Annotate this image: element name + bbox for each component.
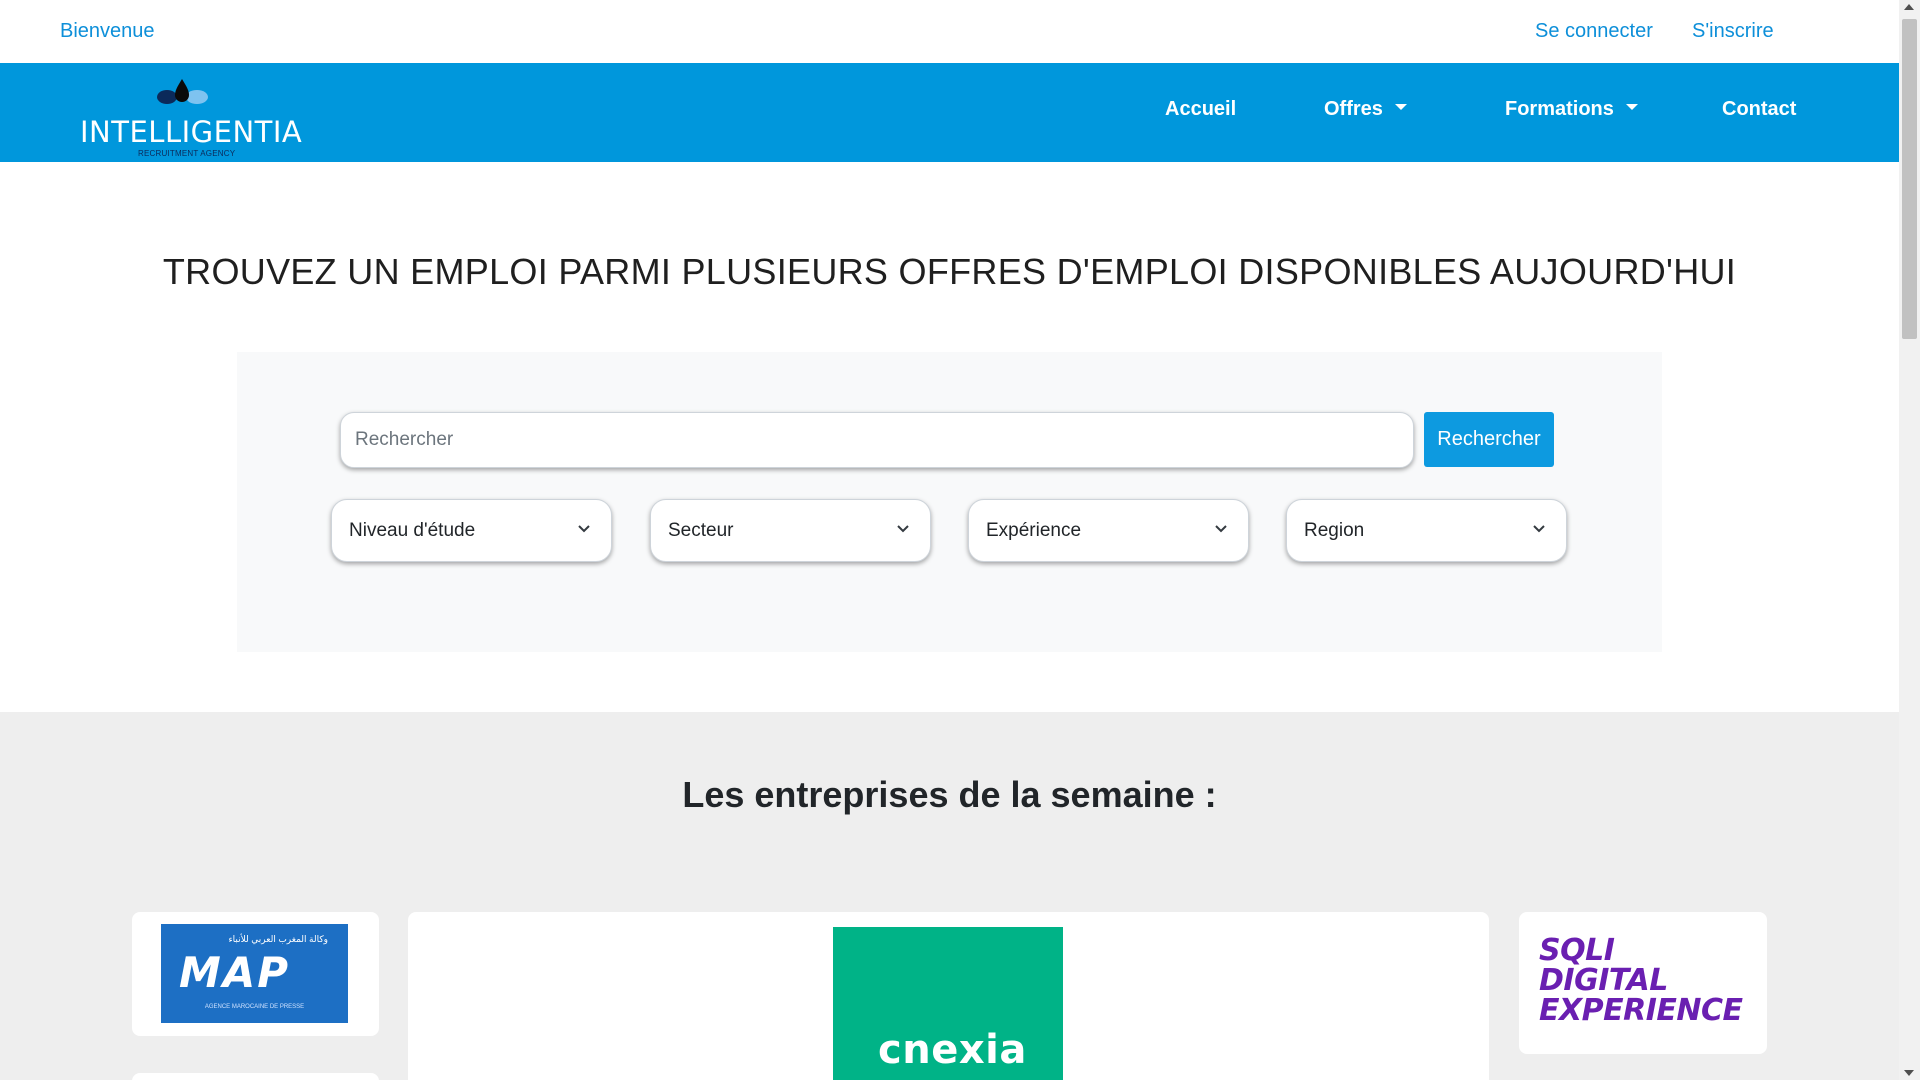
nav-formations-dropdown[interactable]: Formations — [1505, 98, 1638, 121]
welcome-link[interactable]: Bienvenue — [60, 20, 155, 43]
chevron-down-icon — [897, 525, 909, 533]
vertical-scrollbar[interactable] — [1899, 0, 1920, 1080]
company-card-sqli[interactable]: SQLI DIGITAL EXPERIENCE — [1519, 912, 1767, 1054]
map-logo: وكالة المغرب العربي للأنباء MAP AGENCE M… — [161, 924, 348, 1023]
sqli-logo: SQLI DIGITAL EXPERIENCE — [1539, 933, 1743, 1028]
filter-label: Secteur — [668, 520, 734, 541]
brand-tagline: RECRUITMENT AGENCY — [138, 149, 236, 158]
map-logo-subtitle: AGENCE MAROCAINE DE PRESSE — [204, 1004, 305, 1010]
search-button[interactable]: Rechercher — [1424, 412, 1554, 467]
search-input[interactable] — [340, 412, 1414, 468]
sqli-logo-line: DIGITAL — [1539, 963, 1668, 998]
main-navbar: INTELLIGENTIA RECRUITMENT AGENCY Accueil… — [0, 63, 1899, 162]
scroll-down-arrow-icon[interactable] — [1904, 1070, 1914, 1076]
company-card[interactable] — [132, 1073, 379, 1080]
nav-contact[interactable]: Contact — [1722, 98, 1796, 121]
company-card-cnexia[interactable]: cnexia — [408, 912, 1489, 1080]
caret-down-icon — [1394, 103, 1407, 110]
cnexia-logo: cnexia — [833, 927, 1063, 1080]
companies-title: Les entreprises de la semaine : — [682, 774, 1217, 815]
chevron-down-icon — [578, 525, 590, 533]
nav-formations-label: Formations — [1505, 98, 1614, 120]
filter-label: Niveau d'étude — [349, 520, 476, 541]
nav-accueil[interactable]: Accueil — [1165, 98, 1236, 121]
companies-section: Les entreprises de la semaine : وكالة ال… — [0, 712, 1899, 1080]
filter-niveau-etude[interactable]: Niveau d'étude — [331, 499, 612, 562]
nav-offres-dropdown[interactable]: Offres — [1324, 98, 1407, 121]
caret-down-icon — [1625, 103, 1638, 110]
nav-accueil-label: Accueil — [1165, 98, 1237, 120]
nav-offres-label: Offres — [1324, 98, 1383, 120]
filter-secteur[interactable]: Secteur — [650, 499, 931, 562]
top-bar: Bienvenue Se connecter S'inscrire — [0, 0, 1899, 63]
nav-contact-label: Contact — [1722, 98, 1797, 120]
login-link[interactable]: Se connecter — [1535, 20, 1653, 43]
chevron-down-icon — [1215, 525, 1227, 533]
chevron-down-icon — [1533, 525, 1545, 533]
scroll-up-arrow-icon[interactable] — [1904, 4, 1914, 10]
filter-label: Region — [1304, 520, 1365, 541]
map-arabic-text: وكالة المغرب العربي للأنباء — [228, 934, 328, 944]
logo-drops-icon — [157, 79, 208, 104]
map-logo-text: MAP — [179, 948, 291, 997]
brand-logo[interactable]: INTELLIGENTIA RECRUITMENT AGENCY — [80, 73, 303, 158]
signup-link[interactable]: S'inscrire — [1692, 20, 1774, 43]
brand-name: INTELLIGENTIA — [80, 115, 303, 149]
page-title: TROUVEZ UN EMPLOI PARMI PLUSIEURS OFFRES… — [162, 251, 1737, 292]
cnexia-logo-text: cnexia — [878, 1027, 1027, 1073]
sqli-logo-line: SQLI — [1539, 933, 1615, 968]
filter-label: Expérience — [986, 520, 1082, 541]
scrollbar-thumb[interactable] — [1902, 19, 1917, 339]
filter-experience[interactable]: Expérience — [968, 499, 1249, 562]
filter-region[interactable]: Region — [1286, 499, 1567, 562]
search-panel: Rechercher Niveau d'étude Secteur Expéri… — [237, 352, 1662, 652]
company-card-map[interactable]: وكالة المغرب العربي للأنباء MAP AGENCE M… — [132, 912, 379, 1036]
sqli-logo-line: EXPERIENCE — [1539, 993, 1743, 1028]
